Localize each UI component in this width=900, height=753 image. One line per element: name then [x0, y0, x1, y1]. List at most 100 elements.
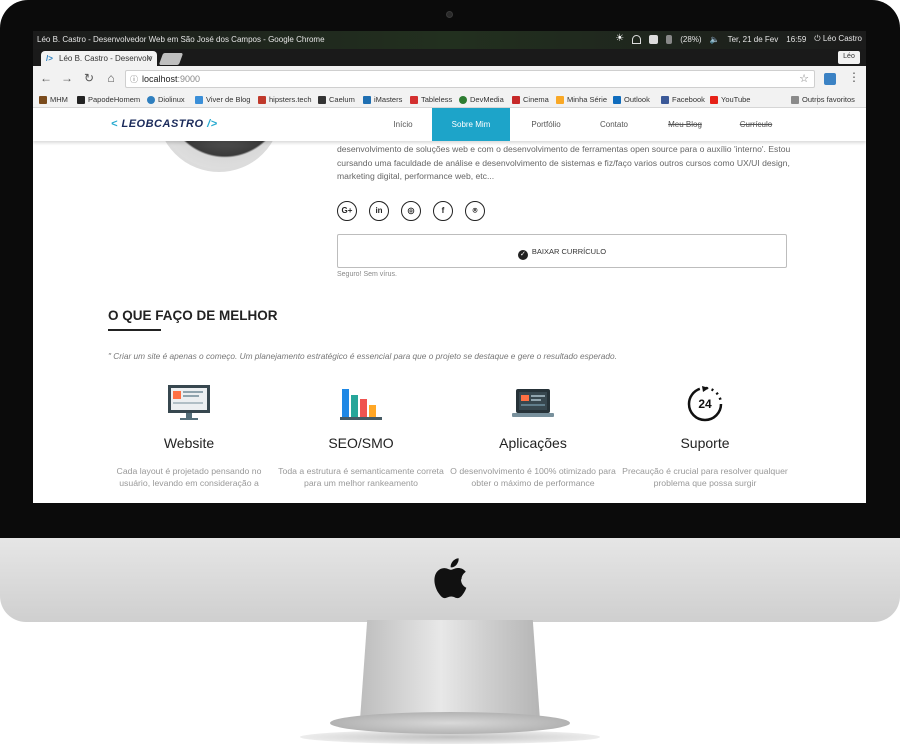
url-port: :9000: [177, 74, 201, 84]
browser-toolbar: ← → ↻ ⌂ ⓘ localhost:9000 ☆ ⋮: [33, 66, 866, 92]
bookmark-favicon-icon: [77, 95, 85, 104]
screen: Léo B. Castro - Desenvolvedor Web em São…: [33, 31, 866, 503]
bookmark-favicon-icon: [661, 95, 669, 104]
service-title: Website: [163, 435, 215, 451]
nav-sobre-mim[interactable]: Sobre Mim: [432, 108, 510, 141]
bookmark-item[interactable]: Caelum: [318, 95, 355, 104]
section-underline: [108, 329, 161, 331]
site-logo[interactable]: < LEOBCASTRO />: [111, 118, 218, 130]
bookmark-item[interactable]: PapodeHomem: [77, 95, 140, 104]
address-bar[interactable]: ⓘ localhost:9000 ☆: [125, 70, 815, 88]
service-description: Toda a estrutura é semanticamente corret…: [278, 466, 444, 488]
section-title: O QUE FAÇO DE MELHOR: [108, 308, 278, 323]
download-cv-button[interactable]: ✓ BAIXAR CURRÍCULO: [337, 234, 787, 268]
bookmark-item[interactable]: iMasters: [363, 95, 402, 104]
linkedin-icon[interactable]: in: [369, 201, 389, 221]
service-title: Aplicações: [499, 435, 567, 451]
facebook-icon[interactable]: f: [433, 201, 453, 221]
bookmark-star-icon[interactable]: ☆: [799, 72, 809, 85]
forward-arrow-icon[interactable]: →: [60, 72, 74, 84]
nav-curriculo[interactable]: Currículo: [731, 108, 781, 141]
extension-icon[interactable]: [824, 73, 836, 85]
home-icon[interactable]: ⌂: [104, 72, 118, 84]
bookmark-favicon-icon: [258, 95, 266, 104]
bookmark-favicon-icon: [410, 95, 418, 104]
date-display[interactable]: Ter, 21 de Fev: [728, 35, 779, 44]
bookmark-favicon-icon: [613, 95, 621, 104]
tab-title: Léo B. Castro - Desenvolv: [59, 54, 153, 63]
browser-tab[interactable]: /> Léo B. Castro - Desenvolv ×: [41, 51, 157, 66]
service-website: Website Cada layout é projetado pensando…: [101, 383, 277, 489]
brightness-icon[interactable]: ☀: [615, 34, 624, 44]
service-title: Suporte: [680, 435, 730, 451]
window-title: Léo B. Castro - Desenvolvedor Web em São…: [37, 35, 325, 44]
site-navbar: < LEOBCASTRO /> Início Sobre Mim Portfól…: [33, 108, 866, 141]
session-user[interactable]: ⏻ Léo Castro: [814, 34, 862, 44]
pt-keyboard-icon[interactable]: [649, 34, 659, 44]
menu-dots-icon[interactable]: ⋮: [848, 71, 860, 83]
bookmark-item[interactable]: Cinema: [512, 95, 549, 104]
battery-percent: (28%): [680, 34, 702, 44]
back-arrow-icon[interactable]: ←: [39, 72, 53, 84]
download-cv-label: BAIXAR CURRÍCULO: [531, 247, 607, 256]
service-seo: SEO/SMO Toda a estrutura é semanticament…: [273, 383, 449, 489]
nav-meu-blog[interactable]: Meu Blog: [658, 108, 712, 141]
nav-portfolio[interactable]: Portfólio: [518, 108, 574, 141]
profile-chip[interactable]: Léo: [838, 51, 860, 64]
bookmark-item[interactable]: Viver de Blog: [195, 95, 250, 104]
instagram-icon[interactable]: ◎: [401, 201, 421, 221]
bookmark-favicon-icon: [512, 95, 520, 104]
bookmark-favicon-icon: [363, 95, 371, 104]
bookmark-item[interactable]: Tableless: [410, 95, 452, 104]
bookmark-item[interactable]: Facebook: [661, 95, 705, 104]
service-description: O desenvolvimento é 100% otimizado para …: [450, 466, 616, 488]
bookmarks-bar: MHM PapodeHomem Diolinux Viver de Blog h…: [33, 92, 866, 108]
nav-contato[interactable]: Contato: [589, 108, 639, 141]
tab-strip: /> Léo B. Castro - Desenvolv × Léo: [33, 49, 866, 66]
service-description: Precaução é crucial para resolver qualqu…: [622, 466, 788, 488]
monitor-stand-neck: [360, 620, 540, 720]
new-tab-button[interactable]: [158, 53, 184, 65]
camera-dot: [446, 11, 453, 18]
github-icon[interactable]: ⌾: [465, 201, 485, 221]
os-top-bar: Léo B. Castro - Desenvolvedor Web em São…: [33, 31, 866, 49]
section-quote: " Criar um site é apenas o começo. Um pl…: [108, 351, 617, 361]
bookmark-favicon-icon: [195, 95, 203, 104]
nav-inicio[interactable]: Início: [378, 108, 428, 141]
safe-note: Seguro! Sem vírus.: [337, 271, 397, 278]
service-apps: Aplicações O desenvolvimento é 100% otim…: [445, 383, 621, 489]
bookmark-favicon-icon: [459, 95, 467, 104]
service-description: Cada layout é projetado pensando no usuá…: [116, 466, 262, 488]
bookmark-item[interactable]: Diolinux: [147, 95, 185, 104]
seo-chart-icon: [340, 389, 382, 420]
bookmark-favicon-icon: [39, 95, 47, 104]
service-support: 24 Suporte Precaução é crucial para reso…: [617, 383, 793, 489]
user-name: Léo Castro: [822, 34, 862, 43]
google-plus-icon[interactable]: G+: [337, 201, 357, 221]
imac-mockup: Léo B. Castro - Desenvolvedor Web em São…: [0, 0, 900, 753]
folder-icon: [791, 95, 799, 104]
system-tray: ☀ (28%) 🔈 Ter, 21 de Fev 16:59 ⏻ Léo Cas…: [615, 34, 862, 44]
bookmark-item[interactable]: MHM: [39, 95, 68, 104]
website-layout-icon: [168, 385, 210, 420]
battery-icon[interactable]: [666, 34, 673, 44]
reload-icon[interactable]: ↻: [82, 72, 96, 84]
bookmark-item[interactable]: hipsters.tech: [258, 95, 312, 104]
bookmark-favicon-icon: [147, 95, 155, 104]
bookmark-item[interactable]: Outlook: [613, 95, 650, 104]
clock[interactable]: 16:59: [786, 35, 806, 44]
wifi-icon[interactable]: [632, 34, 642, 44]
bookmark-item[interactable]: DevMedia: [459, 95, 504, 104]
service-title: SEO/SMO: [328, 435, 394, 451]
site-favicon-icon: />: [46, 54, 53, 63]
close-tab-icon[interactable]: ×: [147, 53, 152, 63]
volume-muted-icon[interactable]: 🔈: [710, 35, 720, 44]
url-host: localhost: [142, 74, 178, 84]
bookmark-favicon-icon: [556, 95, 564, 104]
bookmark-favicon-icon: [710, 95, 718, 104]
site-info-icon[interactable]: ⓘ: [130, 74, 138, 85]
other-bookmarks-folder[interactable]: Outros favoritos: [791, 95, 855, 104]
check-circle-icon: ✓: [517, 250, 528, 260]
bookmark-item[interactable]: YouTube: [710, 95, 750, 104]
bookmark-item[interactable]: Minha Série: [556, 95, 607, 104]
